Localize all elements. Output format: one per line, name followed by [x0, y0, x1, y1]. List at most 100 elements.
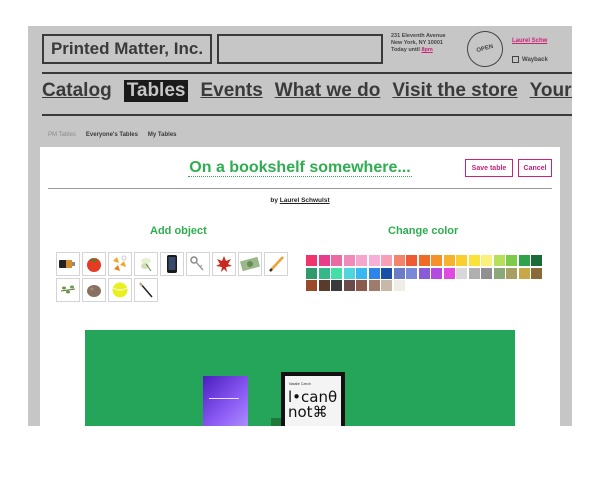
- wayback-toggle[interactable]: Wayback: [512, 56, 548, 63]
- smartphone-icon[interactable]: [160, 252, 184, 276]
- wayback-checkbox[interactable]: [512, 56, 519, 63]
- color-swatch[interactable]: [356, 255, 367, 266]
- color-swatch[interactable]: [418, 255, 430, 266]
- color-swatch[interactable]: [393, 267, 405, 279]
- wayback-label: Wayback: [522, 56, 548, 63]
- tennis-ball-icon[interactable]: [108, 278, 132, 302]
- book-title: l•canθ not⌘: [288, 390, 337, 420]
- color-swatch[interactable]: [431, 267, 442, 279]
- nav-what-we-do[interactable]: What we do: [275, 80, 381, 102]
- color-swatch[interactable]: [331, 255, 342, 266]
- herb-sprig-icon[interactable]: [56, 278, 80, 302]
- color-swatch[interactable]: [356, 280, 367, 291]
- page: Printed Matter, Inc. 231 Eleventh Avenue…: [28, 26, 572, 426]
- nav-visit-store[interactable]: Visit the store: [392, 80, 517, 102]
- color-swatch[interactable]: [331, 280, 342, 291]
- color-swatch[interactable]: [456, 267, 467, 279]
- color-swatch[interactable]: [531, 255, 542, 266]
- book-cover: Natalie Czech l•canθ not⌘: [285, 376, 341, 426]
- color-swatch[interactable]: [306, 267, 317, 279]
- color-swatch[interactable]: [431, 255, 442, 266]
- color-swatch[interactable]: [318, 267, 330, 279]
- address-line-1: 231 Eleventh Avenue: [391, 33, 446, 39]
- add-object-heading: Add object: [150, 225, 207, 237]
- nav-catalog[interactable]: Catalog: [42, 80, 112, 102]
- color-swatch[interactable]: [356, 267, 367, 279]
- color-swatch[interactable]: [481, 255, 492, 266]
- color-swatch[interactable]: [406, 267, 417, 279]
- candy-corn-icon[interactable]: [108, 252, 132, 276]
- store-address: 231 Eleventh Avenue New York, NY 10001 T…: [391, 33, 446, 54]
- color-swatch[interactable]: [343, 255, 355, 266]
- book-object-purple[interactable]: [203, 376, 248, 426]
- color-swatch[interactable]: [368, 280, 380, 291]
- nav-cart[interactable]: Your cart: [530, 80, 572, 102]
- change-color-heading: Change color: [388, 225, 459, 237]
- book-author: Natalie Czech: [289, 382, 311, 386]
- table-canvas[interactable]: Natalie Czech l•canθ not⌘: [85, 330, 515, 426]
- color-swatch[interactable]: [468, 267, 480, 279]
- main-nav: Catalog Tables Events What we do Visit t…: [42, 80, 572, 102]
- color-swatch[interactable]: [393, 280, 405, 291]
- color-swatch[interactable]: [343, 267, 355, 279]
- color-swatch[interactable]: [493, 255, 505, 266]
- hours-link[interactable]: 8pm: [421, 47, 432, 53]
- dollar-bill-icon[interactable]: [238, 252, 262, 276]
- color-swatch[interactable]: [306, 280, 317, 291]
- pencil-icon[interactable]: [264, 252, 288, 276]
- save-table-button[interactable]: Save table: [465, 159, 513, 177]
- header-divider: [42, 72, 572, 74]
- color-swatch[interactable]: [381, 280, 392, 291]
- color-swatch[interactable]: [518, 255, 530, 266]
- color-swatch[interactable]: [381, 267, 392, 279]
- keys-icon[interactable]: [186, 252, 210, 276]
- color-swatch[interactable]: [531, 267, 542, 279]
- hours-prefix: Today until: [391, 47, 422, 53]
- tomato-icon[interactable]: [82, 252, 106, 276]
- search-input[interactable]: [217, 34, 383, 64]
- book-cover-line: [209, 398, 239, 399]
- flower-icon[interactable]: [134, 252, 158, 276]
- color-swatch[interactable]: [306, 255, 317, 266]
- author-link[interactable]: Laurel Schwulst: [280, 197, 330, 204]
- color-swatch[interactable]: [368, 255, 380, 266]
- nav-tables[interactable]: Tables: [123, 80, 189, 102]
- color-swatch[interactable]: [331, 267, 342, 279]
- tab-pm-tables[interactable]: PM Tables: [48, 132, 76, 138]
- color-swatch[interactable]: [368, 267, 380, 279]
- tab-my-tables[interactable]: My Tables: [148, 132, 177, 138]
- color-swatch[interactable]: [456, 255, 467, 266]
- color-swatch[interactable]: [406, 255, 417, 266]
- color-swatch[interactable]: [318, 255, 330, 266]
- battery-icon[interactable]: [56, 252, 80, 276]
- color-swatch[interactable]: [468, 255, 480, 266]
- tab-everyones-tables[interactable]: Everyone's Tables: [86, 132, 138, 138]
- color-swatch[interactable]: [518, 267, 530, 279]
- paintbrush-icon[interactable]: [134, 278, 158, 302]
- user-link[interactable]: Laurel Schw: [512, 38, 547, 44]
- color-swatch[interactable]: [418, 267, 430, 279]
- book-object-lecanot[interactable]: Natalie Czech l•canθ not⌘: [281, 372, 345, 426]
- maple-leaf-icon[interactable]: [212, 252, 236, 276]
- cancel-button[interactable]: Cancel: [518, 159, 552, 177]
- object-palette: [56, 252, 296, 302]
- color-swatch[interactable]: [481, 267, 492, 279]
- editor-divider: [48, 188, 552, 189]
- color-swatch[interactable]: [506, 255, 517, 266]
- table-editor: On a bookshelf somewhere... Save table C…: [40, 147, 560, 426]
- nav-events[interactable]: Events: [200, 80, 262, 102]
- site-logo[interactable]: Printed Matter, Inc.: [42, 34, 212, 64]
- byline: by Laurel Schwulst: [40, 197, 560, 204]
- color-swatch[interactable]: [506, 267, 517, 279]
- color-swatch[interactable]: [443, 267, 455, 279]
- color-swatch[interactable]: [343, 280, 355, 291]
- color-swatch[interactable]: [493, 267, 505, 279]
- color-swatch[interactable]: [393, 255, 405, 266]
- nav-divider: [42, 114, 572, 116]
- color-palette: [306, 255, 546, 291]
- stone-icon[interactable]: [82, 278, 106, 302]
- color-swatch[interactable]: [381, 255, 392, 266]
- color-swatch[interactable]: [443, 255, 455, 266]
- table-title-text[interactable]: On a bookshelf somewhere...: [188, 159, 412, 177]
- color-swatch[interactable]: [318, 280, 330, 291]
